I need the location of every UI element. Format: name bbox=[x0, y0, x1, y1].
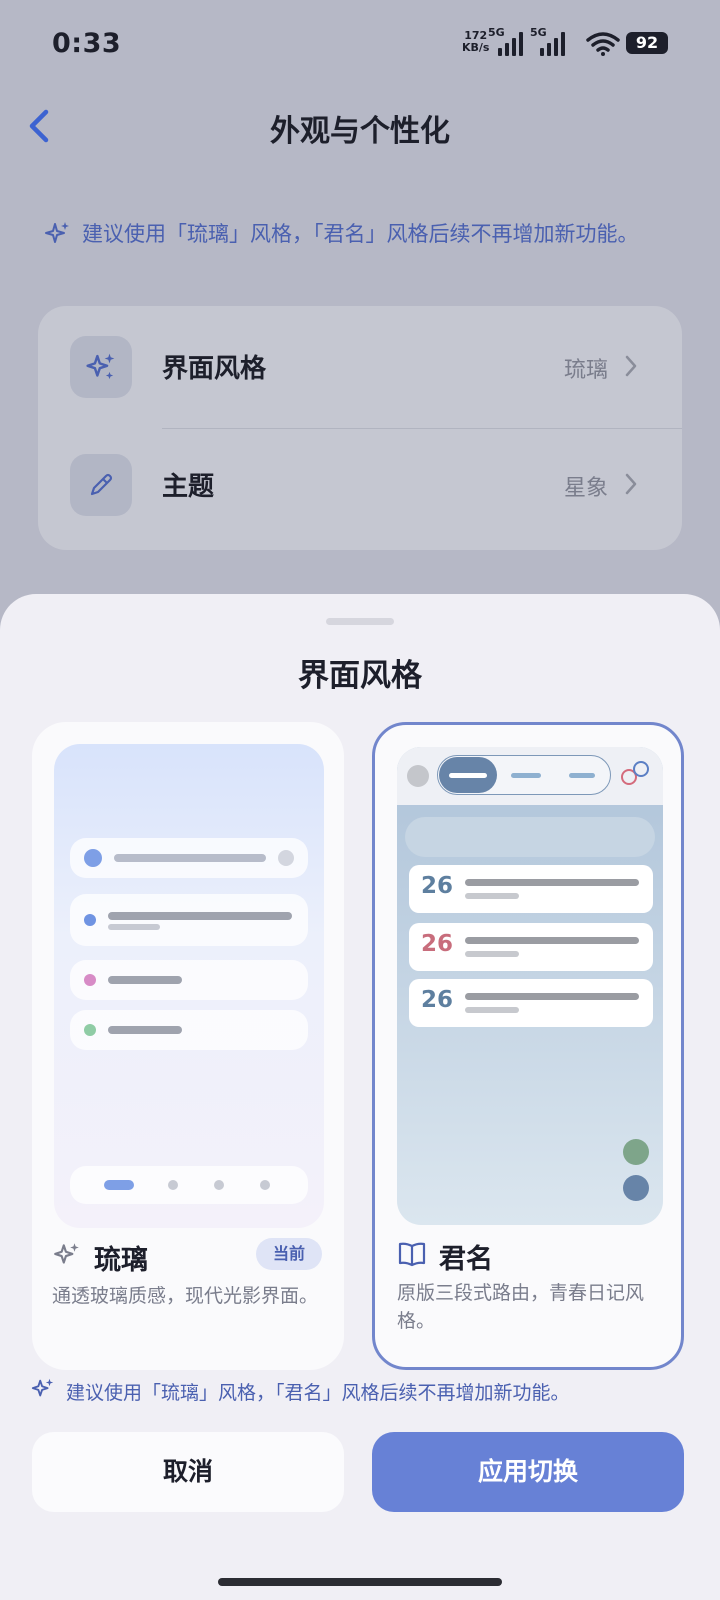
interface-style-sheet: 界面风格 琉璃 当前 通透玻璃质感，现代光影界面。 26 26 26 君名 原版… bbox=[0, 594, 720, 1600]
style-option-liuli[interactable]: 琉璃 当前 通透玻璃质感，现代光影界面。 bbox=[32, 722, 344, 1370]
style-option-name: 琉璃 bbox=[94, 1245, 148, 1276]
settings-row-label: 界面风格 bbox=[162, 354, 267, 384]
current-badge: 当前 bbox=[256, 1238, 322, 1270]
sparkle-icon bbox=[45, 222, 69, 243]
book-icon bbox=[398, 1242, 426, 1267]
settings-row-value: 琉璃 bbox=[563, 358, 608, 383]
page-title: 外观与个性化 bbox=[270, 114, 450, 149]
sparkle-icon bbox=[31, 1378, 54, 1397]
status-time: 0:33 bbox=[52, 28, 122, 59]
wifi-icon bbox=[586, 32, 620, 56]
sparkle-icon bbox=[86, 353, 115, 380]
style-option-name: 君名 bbox=[439, 1244, 493, 1275]
sheet-title: 界面风格 bbox=[298, 658, 422, 694]
settings-row-label: 主题 bbox=[162, 472, 215, 502]
settings-row-value: 星象 bbox=[563, 476, 608, 501]
sheet-tip-text: 建议使用「琉璃」风格，「君名」风格后续不再增加新功能。 bbox=[66, 1382, 570, 1404]
home-indicator[interactable] bbox=[218, 1578, 502, 1586]
recommendation-tip: 建议使用「琉璃」风格，「君名」风格后续不再增加新功能。 bbox=[44, 218, 664, 250]
preview-number: 26 bbox=[421, 931, 454, 957]
style-option-junming[interactable]: 26 26 26 君名 原版三段式路由，青春日记风格。 bbox=[372, 722, 684, 1370]
style-option-description: 通透玻璃质感，现代光影界面。 bbox=[52, 1285, 319, 1307]
preview-number: 26 bbox=[421, 873, 454, 899]
liuli-preview bbox=[54, 744, 324, 1228]
sheet-recommendation-tip: 建议使用「琉璃」风格，「君名」风格后续不再增加新功能。 bbox=[30, 1378, 700, 1405]
sparkle-icon bbox=[54, 1243, 79, 1264]
preview-number: 26 bbox=[421, 987, 454, 1013]
sheet-drag-handle[interactable] bbox=[326, 618, 394, 625]
tip-text: 建议使用「琉璃」风格，「君名」风格后续不再增加新功能。 bbox=[82, 222, 639, 246]
cancel-button[interactable]: 取消 bbox=[32, 1432, 344, 1512]
interface-style-icon-tile bbox=[70, 336, 132, 398]
style-option-description: 原版三段式路由，青春日记风格。 bbox=[397, 1282, 645, 1332]
theme-icon-tile bbox=[70, 454, 132, 516]
appearance-settings-card: 界面风格 琉璃 主题 星象 bbox=[38, 306, 682, 550]
chevron-right-icon bbox=[625, 355, 637, 377]
network-speed: 172 KB/s bbox=[462, 30, 489, 54]
network-speed-unit: KB/s bbox=[462, 41, 490, 54]
settings-row-theme[interactable]: 主题 星象 bbox=[38, 424, 682, 544]
settings-row-interface-style[interactable]: 界面风格 琉璃 bbox=[38, 306, 682, 426]
status-bar: 0:33 172 KB/s 5G 5G 92 bbox=[0, 0, 720, 88]
pencil-icon bbox=[90, 473, 113, 496]
chevron-right-icon bbox=[625, 473, 637, 495]
battery-indicator: 92 bbox=[626, 32, 668, 54]
apply-switch-button[interactable]: 应用切换 bbox=[372, 1432, 684, 1512]
junming-preview: 26 26 26 bbox=[397, 747, 663, 1225]
